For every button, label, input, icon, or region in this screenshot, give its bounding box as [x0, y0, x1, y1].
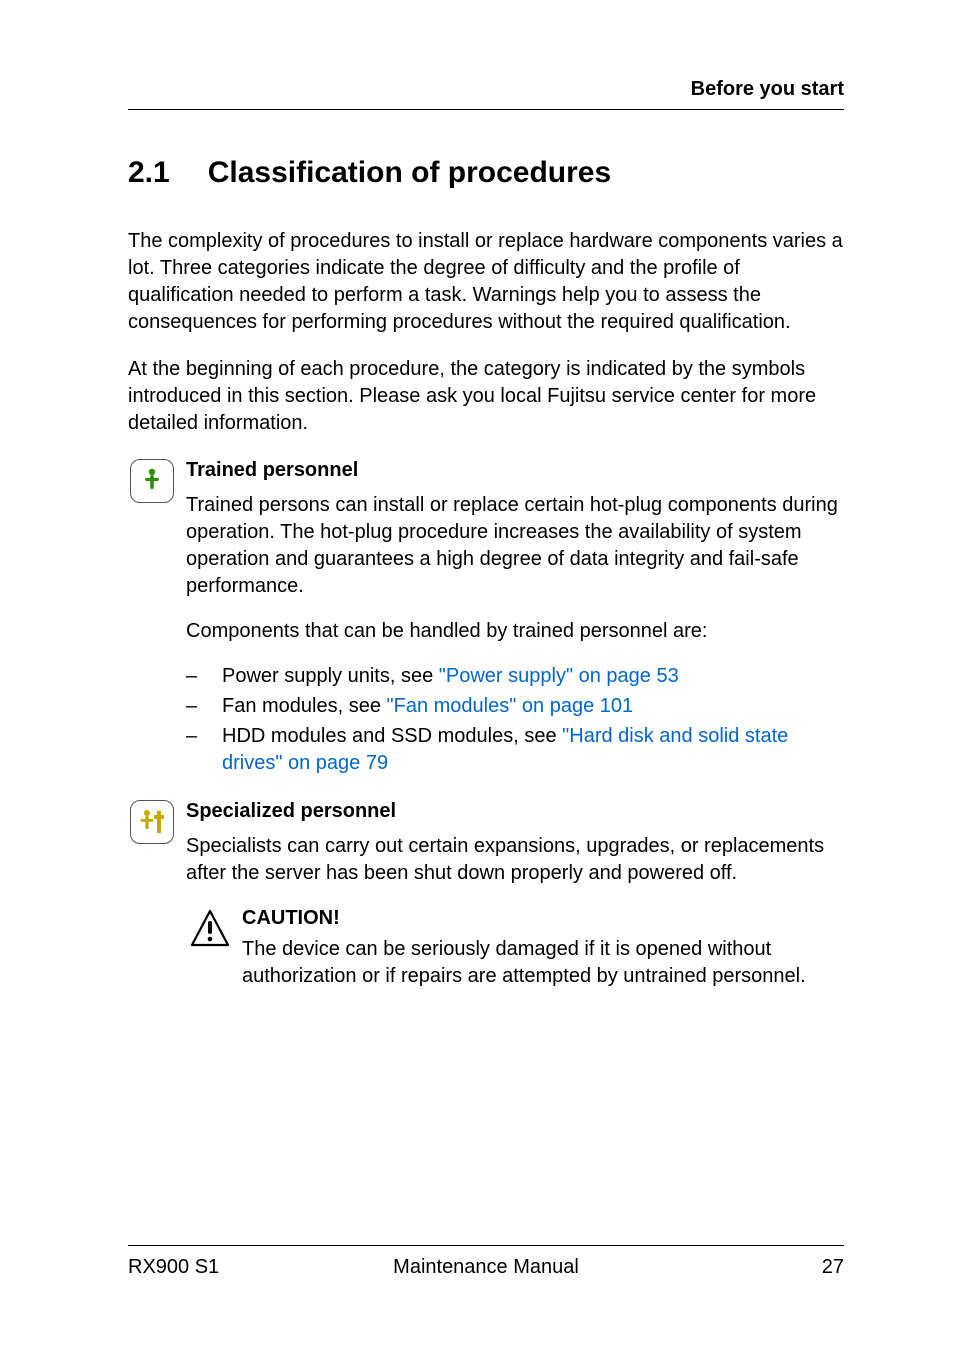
trained-para-2: Components that can be handled by traine…: [186, 618, 844, 645]
section-number: 2.1: [128, 156, 170, 190]
list-item: HDD modules and SSD modules, see "Hard d…: [186, 723, 844, 777]
trained-list: Power supply units, see "Power supply" o…: [186, 663, 844, 777]
specialized-personnel-icon: [128, 798, 176, 846]
trained-personnel-icon: [128, 457, 176, 505]
page-footer: Maintenance Manual RX900 S1 27: [128, 1245, 844, 1279]
intro-paragraph-1: The complexity of procedures to install …: [128, 228, 844, 336]
list-item: Power supply units, see "Power supply" o…: [186, 663, 844, 690]
specialized-content: Specialized personnel Specialists can ca…: [186, 798, 844, 990]
trained-para-1: Trained persons can install or replace c…: [186, 492, 844, 600]
list-prefix: Power supply units, see: [222, 665, 439, 687]
footer-center: Maintenance Manual: [128, 1256, 844, 1279]
caution-icon: [186, 905, 234, 953]
cross-ref-link[interactable]: "Fan modules" on page 101: [387, 695, 634, 717]
specialized-para-1: Specialists can carry out certain expans…: [186, 833, 844, 887]
running-header: Before you start: [128, 78, 844, 110]
caution-block: CAUTION! The device can be seriously dam…: [186, 905, 844, 990]
list-prefix: HDD modules and SSD modules, see: [222, 725, 562, 747]
specialized-personnel-block: Specialized personnel Specialists can ca…: [128, 798, 844, 990]
trained-personnel-block: Trained personnel Trained persons can in…: [128, 457, 844, 780]
caution-content: CAUTION! The device can be seriously dam…: [242, 905, 844, 990]
section-title: Classification of procedures: [208, 156, 611, 189]
section-heading: 2.1 Classification of procedures: [128, 156, 844, 190]
list-prefix: Fan modules, see: [222, 695, 387, 717]
cross-ref-link[interactable]: "Power supply" on page 53: [439, 665, 679, 687]
header-text: Before you start: [691, 78, 844, 100]
trained-title: Trained personnel: [186, 457, 844, 484]
intro-paragraph-2: At the beginning of each procedure, the …: [128, 356, 844, 437]
caution-label: CAUTION!: [242, 905, 844, 932]
caution-text: The device can be seriously damaged if i…: [242, 936, 844, 990]
trained-content: Trained personnel Trained persons can in…: [186, 457, 844, 780]
specialized-title: Specialized personnel: [186, 798, 844, 825]
list-item: Fan modules, see "Fan modules" on page 1…: [186, 693, 844, 720]
